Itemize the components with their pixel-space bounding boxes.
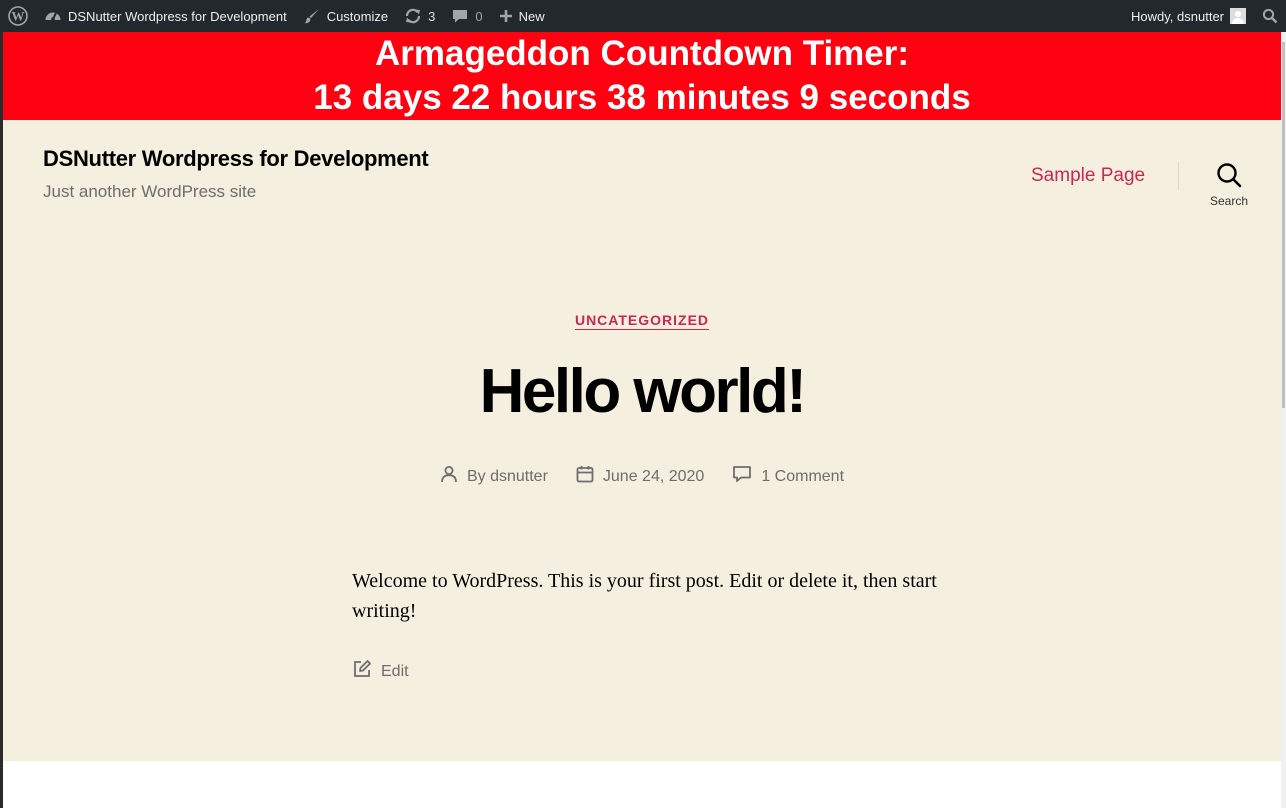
site-description: Just another WordPress site xyxy=(43,182,257,201)
new-content-menu[interactable]: New xyxy=(491,0,553,32)
search-icon xyxy=(1199,162,1259,188)
countdown-value: 13 days 22 hours 38 minutes 9 seconds xyxy=(313,78,971,117)
new-label: New xyxy=(518,8,545,24)
post-title[interactable]: Hello world! xyxy=(3,356,1281,427)
plus-icon xyxy=(499,9,513,23)
wordpress-logo-menu[interactable]: W xyxy=(0,0,36,32)
countdown-banner: Armageddon Countdown Timer: 13 days 22 h… xyxy=(3,32,1281,120)
category-link[interactable]: UNCATEGORIZED xyxy=(575,312,709,328)
search-label: Search xyxy=(1209,194,1249,208)
paintbrush-icon xyxy=(303,7,321,25)
comments-count: 0 xyxy=(475,8,483,24)
site-name-label: DSNutter Wordpress for Development xyxy=(68,8,287,24)
wordpress-logo-icon: W xyxy=(8,6,28,26)
countdown-title: Armageddon Countdown Timer: xyxy=(374,34,910,73)
dashboard-icon xyxy=(44,7,62,25)
howdy-label: Howdy, dsnutter xyxy=(1131,8,1224,24)
scrollbar-thumb[interactable] xyxy=(1282,42,1285,408)
page-frame: Armageddon Countdown Timer: 13 days 22 h… xyxy=(3,32,1281,808)
post-date: June 24, 2020 xyxy=(576,465,704,488)
calendar-icon xyxy=(576,465,603,488)
post-comments: 1 Comment xyxy=(732,465,844,488)
customize-label: Customize xyxy=(326,8,389,24)
site-title-link[interactable]: DSNutter Wordpress for Development xyxy=(43,146,429,172)
updates-count: 3 xyxy=(428,8,436,24)
category-container: UNCATEGORIZED xyxy=(3,312,1281,330)
admin-bar: W DSNutter Wordpress for Development Cus… xyxy=(0,0,1286,32)
nav-divider xyxy=(1178,162,1179,190)
comment-icon xyxy=(732,465,761,488)
edit-icon xyxy=(352,659,381,684)
admin-search-button[interactable] xyxy=(1254,0,1286,32)
page-content: DSNutter Wordpress for Development Just … xyxy=(3,120,1281,761)
post-meta: By dsnutter June 24, 2020 1 Comment xyxy=(3,465,1281,488)
my-account-menu[interactable]: Howdy, dsnutter xyxy=(1123,0,1254,32)
edit-label: Edit xyxy=(381,662,409,680)
author-link[interactable]: By dsnutter xyxy=(467,468,548,486)
nav-item-sample-page[interactable]: Sample Page xyxy=(1031,165,1145,187)
updates-icon xyxy=(404,7,422,25)
site-name-menu[interactable]: DSNutter Wordpress for Development xyxy=(36,0,295,32)
search-toggle-button[interactable]: Search xyxy=(1199,162,1259,212)
svg-text:W: W xyxy=(12,9,25,24)
post-excerpt: Welcome to WordPress. This is your first… xyxy=(352,570,937,622)
post-author: By dsnutter xyxy=(440,465,548,488)
edit-post-link[interactable]: Edit xyxy=(352,659,409,684)
person-icon xyxy=(440,465,467,488)
comments-menu[interactable]: 0 xyxy=(443,0,490,32)
date-link[interactable]: June 24, 2020 xyxy=(603,468,704,486)
comments-link[interactable]: 1 Comment xyxy=(761,468,844,486)
updates-menu[interactable]: 3 xyxy=(396,0,443,32)
comment-bubble-icon xyxy=(451,7,469,25)
avatar xyxy=(1230,8,1246,24)
search-icon xyxy=(1262,8,1278,24)
customize-menu[interactable]: Customize xyxy=(295,0,396,32)
